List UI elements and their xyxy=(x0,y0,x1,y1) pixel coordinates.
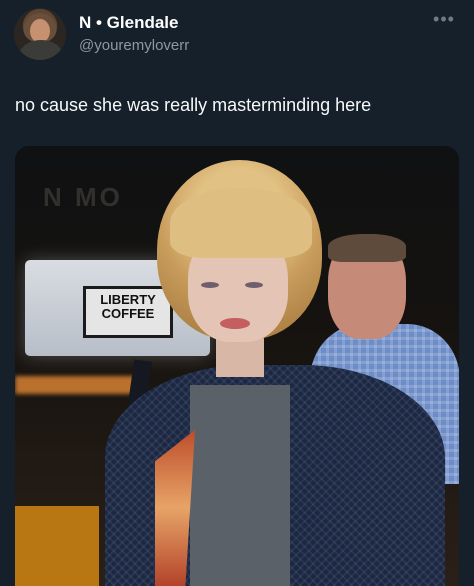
author-avatar[interactable] xyxy=(14,8,66,60)
left-eye xyxy=(201,282,219,288)
gray-tshirt xyxy=(190,385,290,586)
tweet-text: no cause she was really masterminding he… xyxy=(15,95,372,115)
author-name[interactable]: N • Glendale xyxy=(79,12,178,34)
tweet-card: N • Glendale @youremyloverr ••• no cause… xyxy=(0,0,474,586)
woman-portrait xyxy=(75,160,445,586)
tweet-media[interactable]: N MO LIBERTY COFFEE xyxy=(15,146,459,586)
avatar-body xyxy=(20,40,62,60)
author-handle[interactable]: @youremyloverr xyxy=(79,36,189,56)
more-options-icon[interactable]: ••• xyxy=(432,10,456,30)
red-lips xyxy=(220,318,250,329)
hair-bangs xyxy=(170,188,312,258)
right-eye xyxy=(245,282,263,288)
author-name-row[interactable]: N • Glendale xyxy=(79,12,178,34)
